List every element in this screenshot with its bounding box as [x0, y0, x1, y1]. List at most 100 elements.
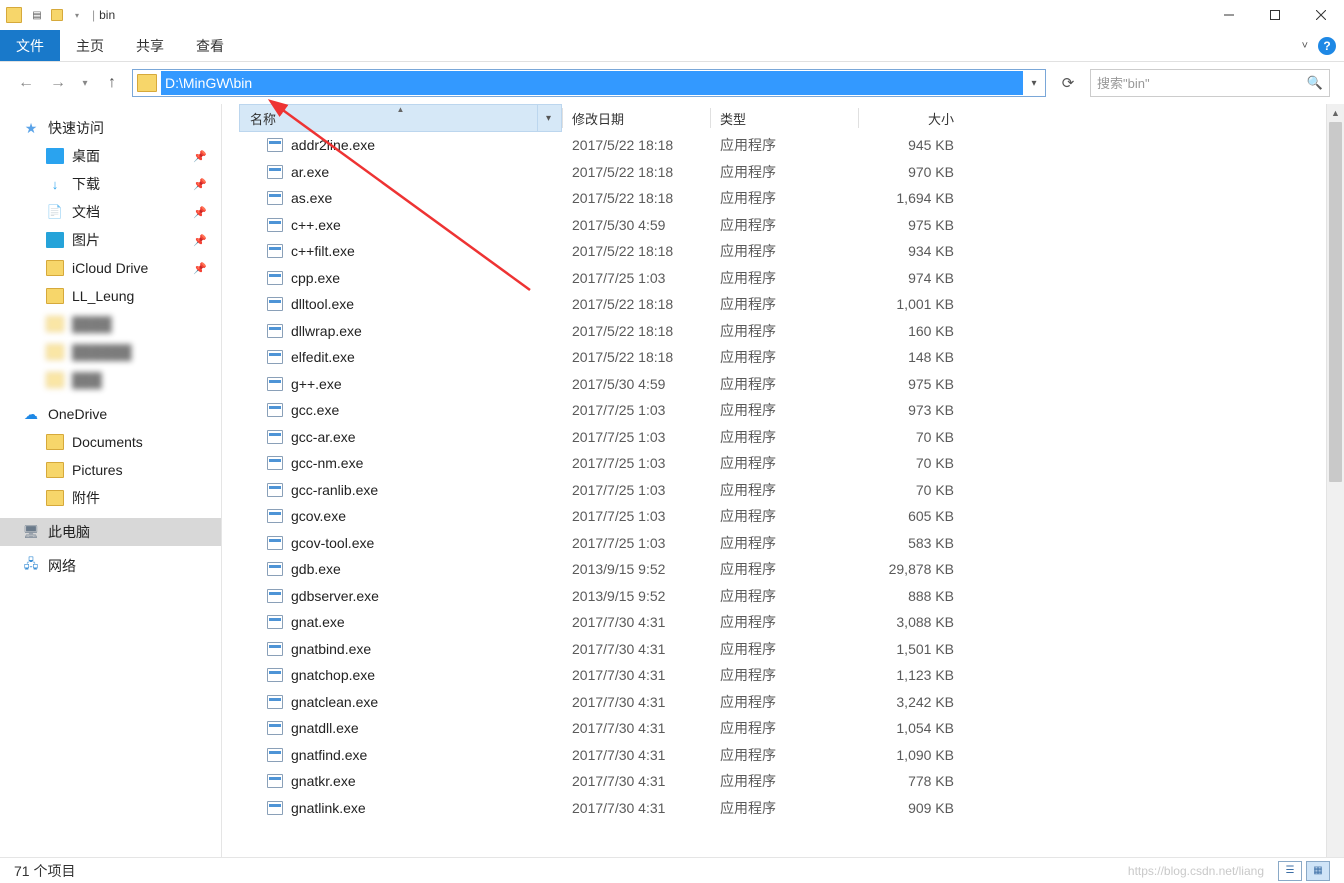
refresh-button[interactable]: ⟳ — [1054, 69, 1082, 97]
search-icon[interactable]: 🔍 — [1307, 75, 1323, 91]
minimize-button[interactable] — [1206, 0, 1252, 30]
file-row[interactable]: gcov-tool.exe 2017/7/25 1:03 应用程序 583 KB — [222, 530, 1344, 557]
sidebar-thispc[interactable]: 🖥 此电脑 — [0, 518, 221, 546]
file-row[interactable]: dlltool.exe 2017/5/22 18:18 应用程序 1,001 K… — [222, 291, 1344, 318]
sidebar-item[interactable]: Pictures — [0, 456, 221, 484]
maximize-button[interactable] — [1252, 0, 1298, 30]
sidebar-onedrive[interactable]: ☁ OneDrive — [0, 400, 221, 428]
help-icon[interactable]: ? — [1318, 37, 1336, 55]
col-size[interactable]: 大小 — [858, 104, 974, 132]
file-date: 2017/5/22 18:18 — [562, 164, 710, 180]
file-row[interactable]: gcc.exe 2017/7/25 1:03 应用程序 973 KB — [222, 397, 1344, 424]
file-row[interactable]: gcc-ranlib.exe 2017/7/25 1:03 应用程序 70 KB — [222, 477, 1344, 504]
sidebar-item[interactable]: 图片📌 — [0, 226, 221, 254]
sidebar-network[interactable]: 🖧 网络 — [0, 552, 221, 580]
back-button[interactable]: ← — [14, 71, 38, 95]
file-row[interactable]: gnatlink.exe 2017/7/30 4:31 应用程序 909 KB — [222, 795, 1344, 822]
file-type: 应用程序 — [710, 400, 858, 420]
tab-file[interactable]: 文件 — [0, 30, 60, 61]
sidebar-quickaccess[interactable]: ★ 快速访问 — [0, 114, 221, 142]
address-bar[interactable]: ▾ — [132, 69, 1046, 97]
file-row[interactable]: gnatkr.exe 2017/7/30 4:31 应用程序 778 KB — [222, 768, 1344, 795]
sidebar-item[interactable]: iCloud Drive📌 — [0, 254, 221, 282]
file-type: 应用程序 — [710, 559, 858, 579]
sidebar-item-blur1[interactable]: ████ — [0, 310, 221, 338]
file-row[interactable]: gcov.exe 2017/7/25 1:03 应用程序 605 KB — [222, 503, 1344, 530]
file-row[interactable]: c++.exe 2017/5/30 4:59 应用程序 975 KB — [222, 212, 1344, 239]
col-name[interactable]: ▲ 名称 ▾ — [239, 104, 562, 132]
file-row[interactable]: elfedit.exe 2017/5/22 18:18 应用程序 148 KB — [222, 344, 1344, 371]
sidebar-item[interactable]: 附件 — [0, 484, 221, 512]
col-date[interactable]: 修改日期 — [562, 104, 710, 132]
tab-home[interactable]: 主页 — [60, 30, 120, 61]
status-count: 71 个项目 — [14, 861, 75, 881]
file-row[interactable]: gdbserver.exe 2013/9/15 9:52 应用程序 888 KB — [222, 583, 1344, 610]
desk-icon — [46, 148, 64, 164]
file-row[interactable]: c++filt.exe 2017/5/22 18:18 应用程序 934 KB — [222, 238, 1344, 265]
scroll-thumb[interactable] — [1329, 122, 1342, 482]
file-row[interactable]: gcc-ar.exe 2017/7/25 1:03 应用程序 70 KB — [222, 424, 1344, 451]
file-row[interactable]: gnatclean.exe 2017/7/30 4:31 应用程序 3,242 … — [222, 689, 1344, 716]
file-type: 应用程序 — [710, 639, 858, 659]
file-date: 2017/7/30 4:31 — [562, 773, 710, 789]
address-input[interactable] — [161, 71, 1023, 95]
file-row[interactable]: gnatdll.exe 2017/7/30 4:31 应用程序 1,054 KB — [222, 715, 1344, 742]
qat-props-icon[interactable]: ▤ — [28, 6, 46, 24]
sidebar-item[interactable]: 📄文档📌 — [0, 198, 221, 226]
file-row[interactable]: gnatbind.exe 2017/7/30 4:31 应用程序 1,501 K… — [222, 636, 1344, 663]
file-row[interactable]: gnatfind.exe 2017/7/30 4:31 应用程序 1,090 K… — [222, 742, 1344, 769]
exe-icon — [267, 509, 283, 523]
file-row[interactable]: gnat.exe 2017/7/30 4:31 应用程序 3,088 KB — [222, 609, 1344, 636]
file-size: 1,090 KB — [858, 747, 974, 763]
ribbon-collapse-icon[interactable]: ˅ — [1302, 40, 1308, 52]
col-type[interactable]: 类型 — [710, 104, 858, 132]
close-button[interactable] — [1298, 0, 1344, 30]
file-row[interactable]: gnatchop.exe 2017/7/30 4:31 应用程序 1,123 K… — [222, 662, 1344, 689]
file-type: 应用程序 — [710, 692, 858, 712]
file-size: 973 KB — [858, 402, 974, 418]
search-box[interactable]: 🔍 — [1090, 69, 1330, 97]
nav-row: ← → ▾ ↑ ▾ ⟳ 🔍 — [0, 62, 1344, 104]
doc-icon: 📄 — [46, 204, 64, 220]
sidebar-item[interactable]: ↓下载📌 — [0, 170, 221, 198]
file-date: 2013/9/15 9:52 — [562, 588, 710, 604]
file-type: 应用程序 — [710, 453, 858, 473]
file-row[interactable]: dllwrap.exe 2017/5/22 18:18 应用程序 160 KB — [222, 318, 1344, 345]
view-details-button[interactable]: ☰ — [1278, 861, 1302, 881]
file-type: 应用程序 — [710, 480, 858, 500]
scroll-up-icon[interactable]: ▲ — [1327, 104, 1344, 121]
sidebar-item[interactable]: Documents — [0, 428, 221, 456]
col-dd-icon[interactable]: ▾ — [537, 105, 551, 131]
sidebar-item-blur3[interactable]: ███ — [0, 366, 221, 394]
file-size: 888 KB — [858, 588, 974, 604]
sidebar-item-blur2[interactable]: ██████ — [0, 338, 221, 366]
col-label: 名称 — [250, 109, 276, 128]
up-button[interactable]: ↑ — [100, 71, 124, 95]
file-row[interactable]: gdb.exe 2013/9/15 9:52 应用程序 29,878 KB — [222, 556, 1344, 583]
file-size: 778 KB — [858, 773, 974, 789]
file-date: 2017/7/25 1:03 — [562, 270, 710, 286]
exe-icon — [267, 350, 283, 364]
file-row[interactable]: ar.exe 2017/5/22 18:18 应用程序 970 KB — [222, 159, 1344, 186]
address-dd-icon[interactable]: ▾ — [1023, 78, 1045, 89]
file-row[interactable]: g++.exe 2017/5/30 4:59 应用程序 975 KB — [222, 371, 1344, 398]
file-row[interactable]: addr2line.exe 2017/5/22 18:18 应用程序 945 K… — [222, 132, 1344, 159]
qat-new-icon[interactable] — [48, 6, 66, 24]
file-row[interactable]: gcc-nm.exe 2017/7/25 1:03 应用程序 70 KB — [222, 450, 1344, 477]
file-date: 2017/5/22 18:18 — [562, 190, 710, 206]
forward-button[interactable]: → — [46, 71, 70, 95]
tab-share[interactable]: 共享 — [120, 30, 180, 61]
sidebar-item[interactable]: LL_Leung — [0, 282, 221, 310]
file-size: 1,123 KB — [858, 667, 974, 683]
recent-dd-icon[interactable]: ▾ — [78, 71, 92, 95]
file-row[interactable]: as.exe 2017/5/22 18:18 应用程序 1,694 KB — [222, 185, 1344, 212]
file-size: 909 KB — [858, 800, 974, 816]
sidebar-item[interactable]: 桌面📌 — [0, 142, 221, 170]
search-input[interactable] — [1097, 76, 1307, 91]
scrollbar[interactable]: ▲ ▼ — [1326, 104, 1344, 874]
tab-view[interactable]: 查看 — [180, 30, 240, 61]
view-icons-button[interactable]: ▦ — [1306, 861, 1330, 881]
file-rows: addr2line.exe 2017/5/22 18:18 应用程序 945 K… — [222, 132, 1344, 874]
qat-dd-icon[interactable]: ▾ — [68, 6, 86, 24]
file-row[interactable]: cpp.exe 2017/7/25 1:03 应用程序 974 KB — [222, 265, 1344, 292]
